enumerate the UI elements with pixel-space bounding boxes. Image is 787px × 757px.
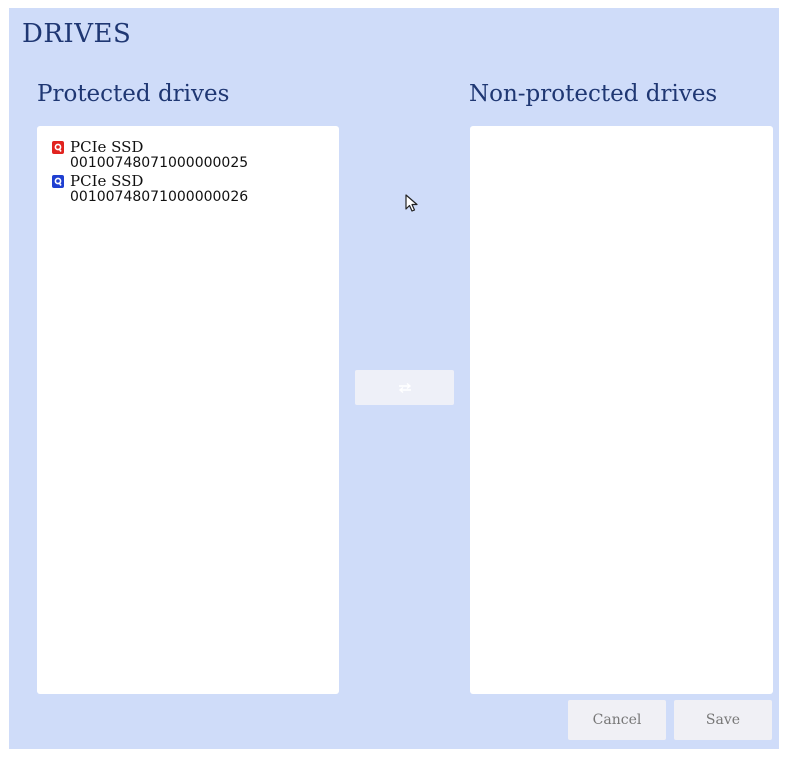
drive-label: PCIe SSD 00100748071000000025 <box>70 139 248 171</box>
protected-drives-title: Protected drives <box>37 81 230 107</box>
drive-item[interactable]: PCIe SSD 00100748071000000025 <box>52 139 339 171</box>
non-protected-drives-title: Non-protected drives <box>469 81 718 107</box>
drives-panel: DRIVES Protected drives Non-protected dr… <box>9 8 779 749</box>
drive-name: PCIe SSD <box>70 138 144 156</box>
drive-icon <box>52 141 64 154</box>
drive-label: PCIe SSD 00100748071000000026 <box>70 173 248 205</box>
drive-serial: 00100748071000000026 <box>70 189 249 205</box>
save-button[interactable]: Save <box>674 700 772 740</box>
drive-icon <box>52 175 64 188</box>
non-protected-drives-list[interactable] <box>470 126 773 694</box>
page-title: DRIVES <box>22 19 132 49</box>
protected-drives-list[interactable]: PCIe SSD 00100748071000000025 PCIe SSD 0… <box>37 126 339 694</box>
cancel-button[interactable]: Cancel <box>568 700 666 740</box>
mouse-cursor-icon <box>405 194 418 212</box>
swap-arrows-icon <box>398 382 411 393</box>
transfer-button[interactable] <box>355 370 454 405</box>
drive-item[interactable]: PCIe SSD 00100748071000000026 <box>52 173 339 205</box>
drive-name: PCIe SSD <box>70 172 144 190</box>
drive-serial: 00100748071000000025 <box>70 155 249 171</box>
